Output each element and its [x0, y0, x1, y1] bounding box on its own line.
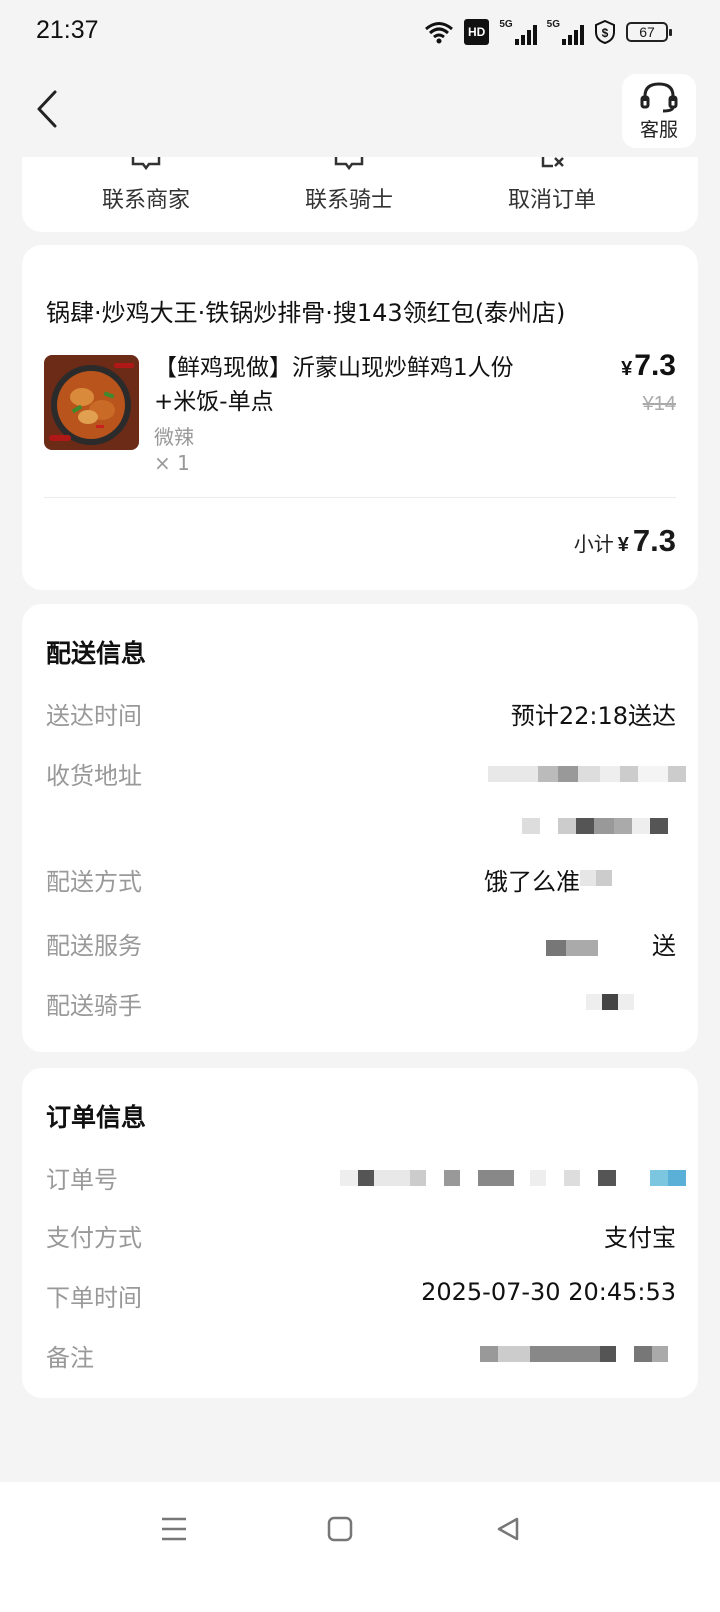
delivery-method-redacted — [580, 870, 612, 886]
subtotal-value: 7.3 — [632, 523, 676, 558]
hd-badge: HD — [463, 19, 490, 45]
status-time: 21:37 — [36, 16, 99, 44]
food-image[interactable] — [44, 355, 139, 450]
delivery-method-value: 饿了么准 — [484, 868, 580, 896]
item-quantity: × 1 — [154, 451, 190, 475]
back-button[interactable] — [22, 84, 72, 134]
delivery-service-value: 送 — [652, 932, 676, 960]
back-nav-button[interactable] — [478, 1504, 538, 1554]
subtotal-currency: ¥ — [617, 534, 629, 556]
chevron-left-icon — [37, 90, 57, 128]
item-original-price: ¥14 — [642, 393, 676, 415]
headset-icon — [640, 81, 678, 112]
cancel-order-label: 取消订单 — [507, 188, 596, 213]
divider — [44, 497, 676, 498]
network-label-2: 5G — [546, 19, 560, 30]
home-button[interactable] — [310, 1504, 370, 1554]
order-time-label: 下单时间 — [46, 1284, 142, 1312]
header: 客服 — [0, 62, 720, 157]
order-items-card: 锅肆·炒鸡大王·铁锅炒排骨·搜143领红包(泰州店) 【鲜鸡现做】沂蒙山现炒鲜鸡… — [22, 245, 698, 590]
status-icons: HD 5G 5G $ 67 — [424, 18, 672, 46]
delivery-method-label: 配送方式 — [46, 868, 142, 896]
signal-icon: 5G — [499, 19, 537, 45]
payment-method-label: 支付方式 — [46, 1224, 142, 1252]
delivery-service-label: 配送服务 — [46, 932, 142, 960]
remark-redacted — [480, 1346, 668, 1362]
customer-service-button[interactable]: 客服 — [622, 74, 696, 148]
payment-method-value: 支付宝 — [604, 1224, 676, 1252]
subtotal-label: 小计 — [573, 532, 614, 556]
wifi-icon — [424, 19, 454, 45]
menu-button[interactable] — [144, 1504, 204, 1554]
customer-service-label: 客服 — [639, 118, 678, 141]
item-name[interactable]: 【鲜鸡现做】沂蒙山现炒鲜鸡1人份+米饭-单点 — [154, 351, 544, 419]
address-redacted-line-2 — [522, 818, 668, 834]
delivery-time-value: 预计22:18送达 — [510, 702, 676, 730]
delivery-time-label: 送达时间 — [46, 702, 142, 730]
address-redacted — [488, 766, 686, 782]
order-number-redacted[interactable] — [340, 1170, 686, 1186]
order-info-title: 订单信息 — [46, 1103, 147, 1132]
item-spec: 微辣 — [154, 425, 194, 449]
item-price-value: 7.3 — [634, 349, 676, 382]
rider-redacted[interactable] — [586, 994, 634, 1010]
delivery-service-redacted — [546, 940, 598, 956]
order-time-value: 2025-07-30 20:45:53 — [421, 1278, 676, 1306]
delivery-info-card: 配送信息 送达时间 预计22:18送达 收货地址 配送方式 饿了么准 配送服务 … — [22, 604, 698, 1052]
rider-label: 配送骑手 — [46, 992, 142, 1020]
svg-text:$: $ — [602, 26, 609, 40]
order-number-label: 订单号 — [46, 1166, 118, 1194]
remark-label: 备注 — [46, 1344, 94, 1372]
delivery-title: 配送信息 — [46, 639, 147, 668]
menu-icon — [162, 1517, 186, 1541]
contact-merchant-label: 联系商家 — [101, 188, 190, 213]
signal-icon-2: 5G — [547, 19, 584, 45]
home-square-icon — [327, 1516, 353, 1542]
back-triangle-icon — [497, 1517, 519, 1541]
address-label: 收货地址 — [46, 762, 142, 790]
contact-rider-label: 联系骑士 — [304, 188, 393, 213]
network-label: 5G — [499, 19, 513, 30]
shield-dollar-icon: $ — [594, 19, 616, 45]
battery-icon: 67 — [626, 22, 672, 42]
system-nav-bar — [0, 1482, 720, 1612]
currency-symbol: ¥ — [621, 358, 633, 380]
order-info-card: 订单信息 订单号 支付方式 支付宝 下单时间 2025-07-30 20:45:… — [22, 1068, 698, 1398]
status-bar: 21:37 HD 5G 5G $ 67 — [0, 0, 720, 62]
item-price: ¥7.3 — [621, 349, 676, 383]
shop-name[interactable]: 锅肆·炒鸡大王·铁锅炒排骨·搜143领红包(泰州店) — [46, 293, 565, 328]
subtotal: 小计 ¥ 7.3 — [574, 523, 676, 559]
